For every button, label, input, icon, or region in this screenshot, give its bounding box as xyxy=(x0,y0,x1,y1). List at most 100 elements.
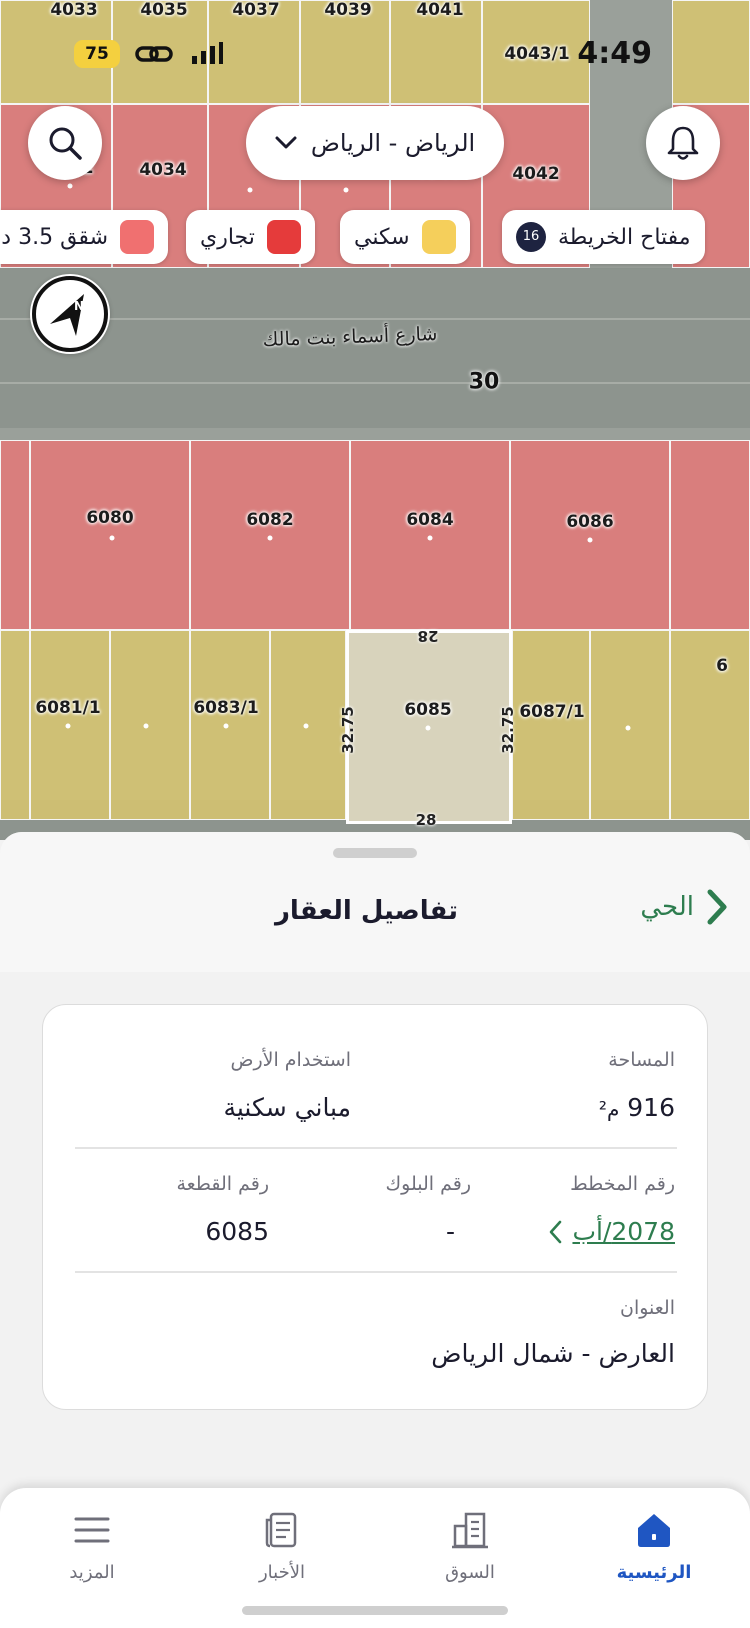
parcel[interactable] xyxy=(670,440,750,630)
parcel-number-value: 6085 xyxy=(205,1217,269,1246)
city-selector[interactable]: الرياض - الرياض xyxy=(246,106,504,180)
link-icon xyxy=(135,46,173,62)
parcel-number-label: رقم القطعة xyxy=(176,1173,269,1195)
notifications-button[interactable] xyxy=(646,106,720,180)
chevron-left-icon xyxy=(550,1220,562,1243)
road-marking xyxy=(0,382,750,384)
road-marking xyxy=(0,318,750,320)
sheet-title: تفاصيل العقار xyxy=(274,896,458,926)
compass-button[interactable]: N xyxy=(30,274,110,354)
residential-swatch xyxy=(421,220,456,254)
area-value: 916 xyxy=(627,1093,675,1122)
divider xyxy=(75,1271,677,1273)
parcel[interactable] xyxy=(672,0,750,104)
menu-icon xyxy=(74,1517,110,1543)
legend-label: سكني xyxy=(354,224,410,250)
map-legend-label: مفتاح الخريطة xyxy=(558,224,691,250)
block-number-value: - xyxy=(445,1217,455,1246)
parcel-number: 4041 xyxy=(416,0,464,20)
parcel-number: 6082 xyxy=(246,510,294,530)
parcel-centroid xyxy=(587,537,593,543)
parcel-centroid xyxy=(427,535,433,541)
svg-text:N: N xyxy=(74,299,84,313)
status-time: 4:49 xyxy=(577,36,652,71)
home-indicator xyxy=(242,1606,508,1615)
legend-chip-commercial[interactable]: تجاري xyxy=(186,210,315,264)
parcel-centroid xyxy=(425,725,431,731)
parcel-centroid xyxy=(247,187,253,193)
search-icon xyxy=(49,127,82,160)
parcel-number: 4042 xyxy=(512,164,560,184)
parcel-number: 4033 xyxy=(50,0,98,20)
parcel[interactable] xyxy=(590,630,670,820)
search-button[interactable] xyxy=(28,106,102,180)
parcel-centroid xyxy=(67,183,73,189)
parcel-dimension-bottom: 28 xyxy=(415,811,437,829)
parcel[interactable] xyxy=(670,630,750,820)
divider xyxy=(75,1147,677,1149)
block-number-label: رقم البلوك xyxy=(385,1173,471,1195)
tab-news[interactable]: الأخبار xyxy=(222,1510,342,1583)
parcel[interactable] xyxy=(190,630,270,820)
plan-number-value: 2078/أب xyxy=(572,1217,675,1246)
sheet-header: تفاصيل العقار الحي xyxy=(0,832,750,972)
tab-market[interactable]: السوق xyxy=(410,1510,530,1583)
tab-more[interactable]: المزيد xyxy=(32,1510,152,1583)
parcel-number: 6084 xyxy=(406,510,454,530)
parcel-centroid xyxy=(625,725,631,731)
parcel-number: 6086 xyxy=(566,512,614,532)
parcel-centroid xyxy=(65,723,71,729)
parcel-number: 6087/1 xyxy=(519,702,585,722)
plan-number-link[interactable]: 2078/أب xyxy=(548,1217,675,1246)
tab-market-label: السوق xyxy=(445,1562,495,1583)
land-use-value: مباني سكنية xyxy=(223,1093,351,1122)
parcel[interactable] xyxy=(110,630,190,820)
bell-icon xyxy=(667,126,699,160)
chevron-right-icon xyxy=(707,889,727,925)
street-width-label: 30 xyxy=(468,369,500,395)
battery-indicator: 75 xyxy=(74,40,120,68)
neighborhood-label: الحي xyxy=(640,892,694,922)
news-icon xyxy=(265,1512,297,1548)
parcel-number: 4034 xyxy=(139,160,187,180)
sheet-drag-handle[interactable] xyxy=(333,848,417,858)
legend-chip-residential[interactable]: سكني xyxy=(340,210,470,264)
parcel[interactable] xyxy=(510,440,670,630)
parcel-number: 6085 xyxy=(404,700,452,720)
plan-number-label: رقم المخطط xyxy=(570,1173,675,1195)
parcel-centroid xyxy=(303,723,309,729)
legend-count-badge: 16 xyxy=(516,222,546,252)
parcel-centroid xyxy=(223,723,229,729)
land-use-label: استخدام الأرض xyxy=(230,1049,351,1071)
parcel-number: 4037 xyxy=(232,0,280,20)
legend-chip-apartments[interactable]: شقق 3.5 د xyxy=(0,210,168,264)
apartments-swatch xyxy=(120,220,154,254)
parcel-number: 6 xyxy=(716,656,728,676)
commercial-swatch xyxy=(266,220,301,254)
property-details-sheet: تفاصيل العقار الحي المساحة 916 م² استخدا… xyxy=(0,832,750,1492)
parcel[interactable] xyxy=(0,440,30,630)
compass-icon: N xyxy=(32,276,108,352)
tab-more-label: المزيد xyxy=(69,1562,115,1583)
area-unit: م² xyxy=(598,1097,620,1121)
parcel-number: 4035 xyxy=(140,0,188,20)
parcel-number: 4043/1 xyxy=(504,44,570,64)
building-icon xyxy=(452,1512,488,1549)
parcel-number: 6083/1 xyxy=(193,698,259,718)
parcel-number: 4039 xyxy=(324,0,372,20)
address-value: العارض - شمال الرياض xyxy=(431,1339,675,1368)
parcel[interactable] xyxy=(512,630,590,820)
map-legend-button[interactable]: مفتاح الخريطة 16 xyxy=(502,210,705,264)
parcel-centroid xyxy=(109,535,115,541)
neighborhood-back-button[interactable]: الحي xyxy=(640,888,728,926)
street-road xyxy=(0,268,750,428)
city-selector-label: الرياض - الرياض xyxy=(310,129,476,157)
parcel-centroid xyxy=(267,535,273,541)
tab-news-label: الأخبار xyxy=(258,1562,305,1583)
parcel-number: 6081/1 xyxy=(35,698,101,718)
bottom-tab-bar: الرئيسية السوق الأخبار المزيد xyxy=(0,1488,750,1628)
parcel[interactable] xyxy=(0,630,30,820)
legend-label: شقق 3.5 د xyxy=(1,224,108,250)
home-icon xyxy=(638,1514,670,1547)
tab-home[interactable]: الرئيسية xyxy=(594,1510,714,1583)
